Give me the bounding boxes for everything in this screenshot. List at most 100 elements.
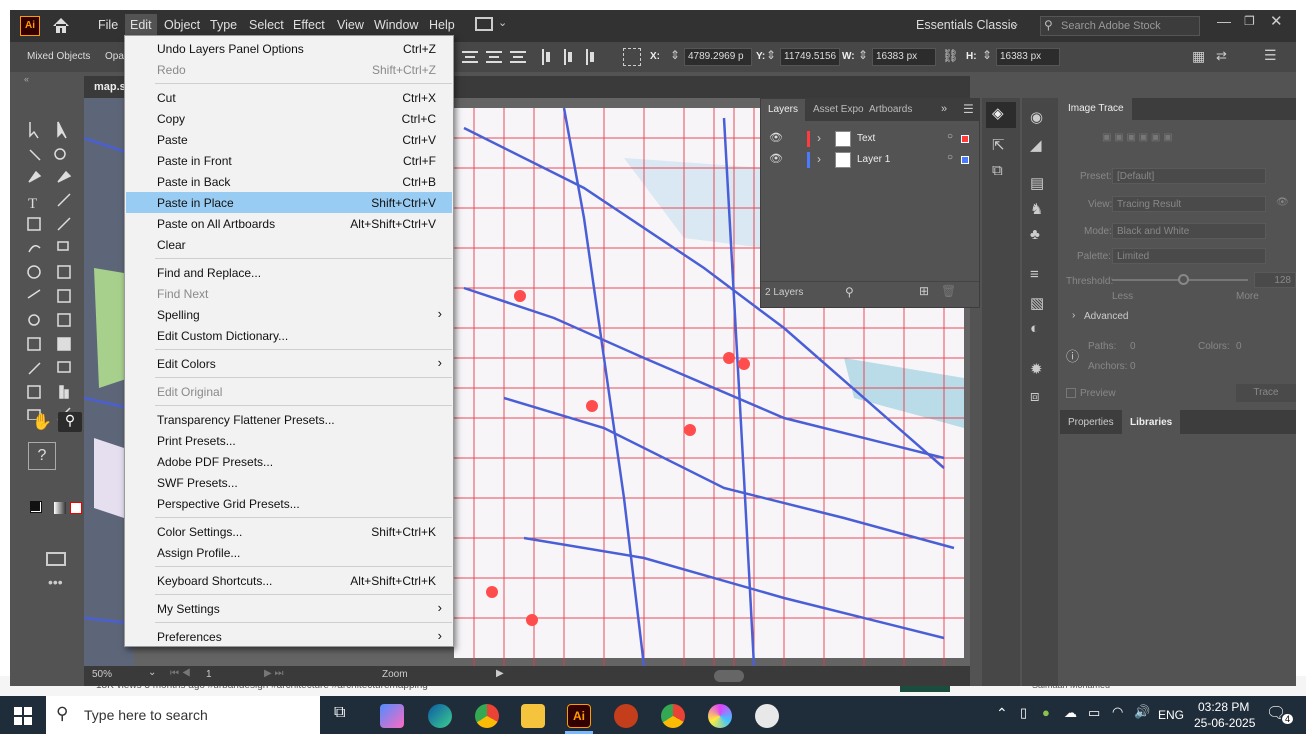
view-select[interactable]: Tracing Result — [1112, 196, 1266, 212]
menu-item-swf-presets[interactable]: SWF Presets... — [126, 472, 452, 493]
transform-icon[interactable]: ⧈ — [1030, 388, 1040, 405]
brushes-icon[interactable]: ♞ — [1030, 200, 1043, 218]
transparency-icon[interactable]: ◐ — [1030, 320, 1039, 337]
menu-item-transparency-flattener-presets[interactable]: Transparency Flattener Presets... — [126, 409, 452, 430]
file-explorer-icon[interactable] — [521, 704, 545, 728]
search-icon[interactable]: ⚲ — [845, 285, 854, 299]
menu-item-color-settings[interactable]: Color Settings... Shift+Ctrl+K — [126, 521, 452, 542]
colorful-app-icon[interactable] — [708, 704, 732, 728]
stepper-icon[interactable]: ⇕ — [982, 48, 992, 62]
document-tab[interactable]: map.s — [94, 81, 126, 93]
threshold-slider-thumb[interactable] — [1178, 274, 1189, 285]
menu-select[interactable]: Select — [249, 18, 284, 32]
layer-name[interactable]: Layer 1 — [857, 154, 890, 165]
workspace-switcher[interactable]: Essentials Classic — [916, 18, 1017, 32]
language-indicator[interactable]: ENG — [1158, 708, 1184, 722]
opacity-label[interactable]: Opa — [105, 51, 124, 62]
menu-icon[interactable]: ☰ — [1264, 47, 1277, 64]
menu-item-paste-in-place[interactable]: Paste in Place Shift+Ctrl+V — [126, 192, 452, 213]
symbols-icon[interactable]: ♣ — [1030, 226, 1040, 243]
chevron-right-icon[interactable]: › — [817, 152, 821, 166]
edge-icon[interactable] — [428, 704, 452, 728]
chevron-down-icon[interactable]: ⌄ — [148, 667, 156, 678]
tab-artboards[interactable]: Artboards — [869, 104, 912, 115]
layer-row[interactable]: 👁 › Text ○ — [761, 129, 979, 149]
eye-icon[interactable]: 👁 — [1276, 197, 1289, 208]
artboard-nav-icons[interactable]: ▶ ⏭ — [264, 668, 283, 679]
y-field[interactable]: 11749.5156 — [780, 48, 840, 66]
menu-item-cut[interactable]: Cut Ctrl+X — [126, 87, 452, 108]
menu-item-spelling[interactable]: Spelling › — [126, 304, 452, 325]
more-tools-icon[interactable]: ••• — [48, 574, 63, 590]
play-icon[interactable]: ▶ — [496, 668, 504, 679]
selection-indicator[interactable] — [961, 135, 969, 143]
menu-item-edit-colors[interactable]: Edit Colors › — [126, 353, 452, 374]
gradient-swatch[interactable] — [54, 502, 66, 514]
clock-date[interactable]: 25-06-2025 — [1194, 716, 1255, 730]
zoom-level[interactable]: 50% — [92, 669, 112, 680]
illustrator-taskbar-icon[interactable]: Ai — [567, 704, 591, 728]
target-icon[interactable]: ○ — [947, 152, 953, 163]
arrange-documents-icon[interactable] — [475, 17, 493, 31]
trace-button[interactable]: Trace — [1236, 384, 1296, 402]
stroke-icon[interactable]: ≡ — [1030, 266, 1039, 283]
layer-name[interactable]: Text — [857, 133, 875, 144]
menu-item-perspective-grid-presets[interactable]: Perspective Grid Presets... — [126, 493, 452, 514]
artboard-nav-icons[interactable]: ⏮ ◀ — [170, 668, 191, 679]
new-layer-icon[interactable]: ⊞ — [919, 284, 929, 298]
align-icons[interactable] — [462, 49, 602, 65]
swatches-icon[interactable]: ▤ — [1030, 174, 1044, 192]
arrange-icon[interactable]: ⇄ — [1216, 48, 1227, 64]
menu-type[interactable]: Type — [210, 18, 237, 32]
menu-item-adobe-pdf-presets[interactable]: Adobe PDF Presets... — [126, 451, 452, 472]
menu-view[interactable]: View — [337, 18, 364, 32]
mode-select[interactable]: Black and White — [1112, 223, 1266, 239]
tab-libraries[interactable]: Libraries — [1122, 410, 1181, 434]
menu-item-find-and-replace[interactable]: Find and Replace... — [126, 262, 452, 283]
paint-app-icon[interactable] — [755, 704, 779, 728]
eye-icon[interactable]: 👁 — [769, 131, 783, 144]
chevron-down-icon[interactable]: ⌄ — [498, 16, 507, 29]
help-icon[interactable]: ? — [28, 442, 56, 470]
clock-time[interactable]: 03:28 PM — [1198, 700, 1249, 714]
h-field[interactable]: 16383 px — [996, 48, 1060, 66]
tray-app-icon[interactable]: ● — [1042, 705, 1050, 720]
task-view-icon[interactable]: ⧉ — [334, 704, 345, 722]
x-field[interactable]: 4789.2969 p — [684, 48, 752, 66]
menu-item-print-presets[interactable]: Print Presets... — [126, 430, 452, 451]
color-guide-icon[interactable]: ✹ — [1030, 360, 1043, 378]
stepper-icon[interactable]: ⇕ — [670, 48, 680, 62]
w-field[interactable]: 16383 px — [872, 48, 936, 66]
menu-item-undo-layers-panel-options[interactable]: Undo Layers Panel Options Ctrl+Z — [126, 38, 452, 59]
none-swatch[interactable] — [70, 502, 82, 514]
menu-item-my-settings[interactable]: My Settings › — [126, 598, 452, 619]
minimize-icon[interactable]: — — [1217, 13, 1231, 29]
artboard-number[interactable]: 1 — [206, 669, 212, 680]
scrollbar-track[interactable] — [982, 388, 1020, 408]
expand-icon[interactable]: » — [941, 103, 947, 115]
scrollbar-thumb[interactable] — [714, 670, 744, 682]
menu-item-keyboard-shortcuts[interactable]: Keyboard Shortcuts... Alt+Shift+Ctrl+K — [126, 570, 452, 591]
screen-mode-icon[interactable] — [46, 552, 66, 566]
taskbar-search-box[interactable]: ⚲ Type here to search — [46, 696, 320, 734]
chevron-up-icon[interactable]: ⌃ — [996, 705, 1008, 722]
default-colors-icon[interactable] — [30, 501, 40, 511]
stock-search-input[interactable]: ⚲ Search Adobe Stock — [1040, 16, 1200, 36]
menu-item-paste[interactable]: Paste Ctrl+V — [126, 129, 452, 150]
copilot-icon[interactable] — [380, 704, 404, 728]
selection-indicator[interactable] — [961, 156, 969, 164]
volume-icon[interactable]: 🔊 — [1134, 704, 1150, 720]
target-icon[interactable]: ○ — [947, 131, 953, 142]
link-proportions-icon[interactable]: ⛓ — [942, 48, 959, 64]
tray-icon[interactable]: ▯ — [1020, 705, 1027, 721]
chrome-profile-icon[interactable] — [661, 704, 685, 728]
close-icon[interactable]: ✕ — [1270, 12, 1283, 30]
tool-icons[interactable]: T — [26, 120, 82, 420]
onedrive-icon[interactable]: ☁ — [1064, 705, 1077, 721]
gradient-icon[interactable]: ▧ — [1030, 294, 1044, 312]
menu-item-paste-in-front[interactable]: Paste in Front Ctrl+F — [126, 150, 452, 171]
maximize-icon[interactable]: ❐ — [1244, 14, 1255, 28]
chevron-right-icon[interactable]: › — [817, 131, 821, 145]
palette-select[interactable]: Limited — [1112, 248, 1266, 264]
trash-icon[interactable]: 🗑 — [941, 284, 956, 298]
